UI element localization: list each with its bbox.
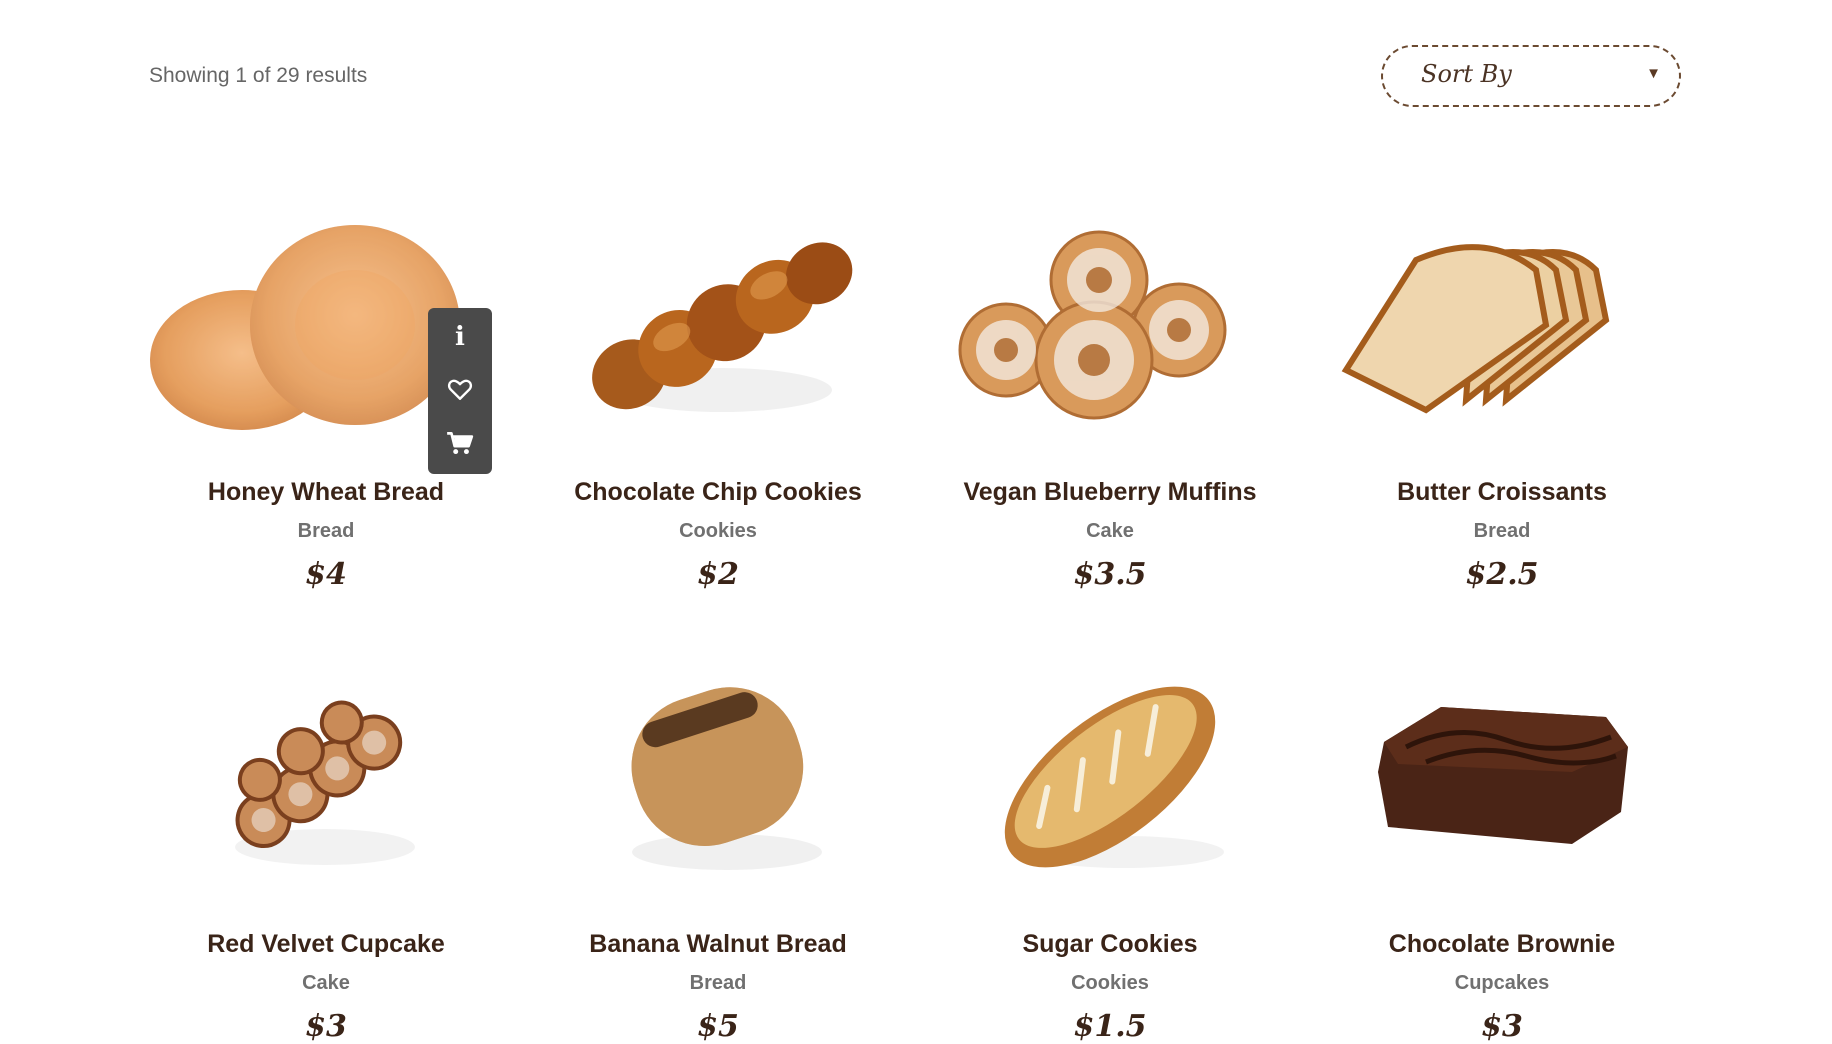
product-price: $3.5 xyxy=(1073,557,1147,592)
product-name[interactable]: Honey Wheat Bread xyxy=(130,478,522,507)
product-name[interactable]: Red Velvet Cupcake xyxy=(130,930,522,959)
sort-by-dropdown[interactable]: Sort By ▼ xyxy=(1381,45,1681,107)
product-price: $4 xyxy=(305,557,347,592)
product-image-cinnamon-rolls[interactable] xyxy=(130,652,522,902)
chevron-down-icon: ▼ xyxy=(1646,65,1661,82)
sort-by-label: Sort By xyxy=(1421,60,1512,88)
product-category: Cookies xyxy=(679,520,757,542)
product-name[interactable]: Vegan Blueberry Muffins xyxy=(914,478,1306,507)
product-actions-toolbar: i xyxy=(428,308,492,474)
add-to-cart-button[interactable] xyxy=(428,418,492,468)
product-category: Bread xyxy=(689,972,747,994)
product-image-sliced-bread[interactable] xyxy=(1306,200,1698,450)
product-name[interactable]: Chocolate Chip Cookies xyxy=(522,478,914,507)
product-image-wholegrain-loaf[interactable] xyxy=(522,652,914,902)
product-image-baguette-loaf[interactable] xyxy=(914,652,1306,902)
cart-icon xyxy=(447,432,474,455)
product-name[interactable]: Banana Walnut Bread xyxy=(522,930,914,959)
product-name[interactable]: Sugar Cookies xyxy=(914,930,1306,959)
product-name[interactable]: Butter Croissants xyxy=(1306,478,1698,507)
product-category: Cupcakes xyxy=(1454,972,1550,994)
heart-icon xyxy=(447,379,473,400)
results-count: Showing 1 of 29 results xyxy=(149,64,368,87)
product-price: $2 xyxy=(697,557,739,592)
product-price: $5 xyxy=(697,1009,739,1044)
product-category: Bread xyxy=(297,520,355,542)
product-image-pastry-rings[interactable] xyxy=(914,200,1306,450)
product-price: $1.5 xyxy=(1073,1009,1147,1044)
product-category: Bread xyxy=(1473,520,1531,542)
product-price: $2.5 xyxy=(1465,557,1539,592)
product-category: Cake xyxy=(1086,520,1134,542)
info-icon: i xyxy=(455,322,465,352)
product-price: $3 xyxy=(305,1009,347,1044)
product-image-braided-bread[interactable] xyxy=(522,200,914,450)
product-category: Cake xyxy=(302,972,350,994)
info-button[interactable]: i xyxy=(428,312,492,362)
wishlist-button[interactable] xyxy=(428,364,492,414)
product-image-brownie[interactable] xyxy=(1306,652,1698,902)
product-name[interactable]: Chocolate Brownie xyxy=(1306,930,1698,959)
product-category: Cookies xyxy=(1071,972,1149,994)
product-price: $3 xyxy=(1481,1009,1523,1044)
